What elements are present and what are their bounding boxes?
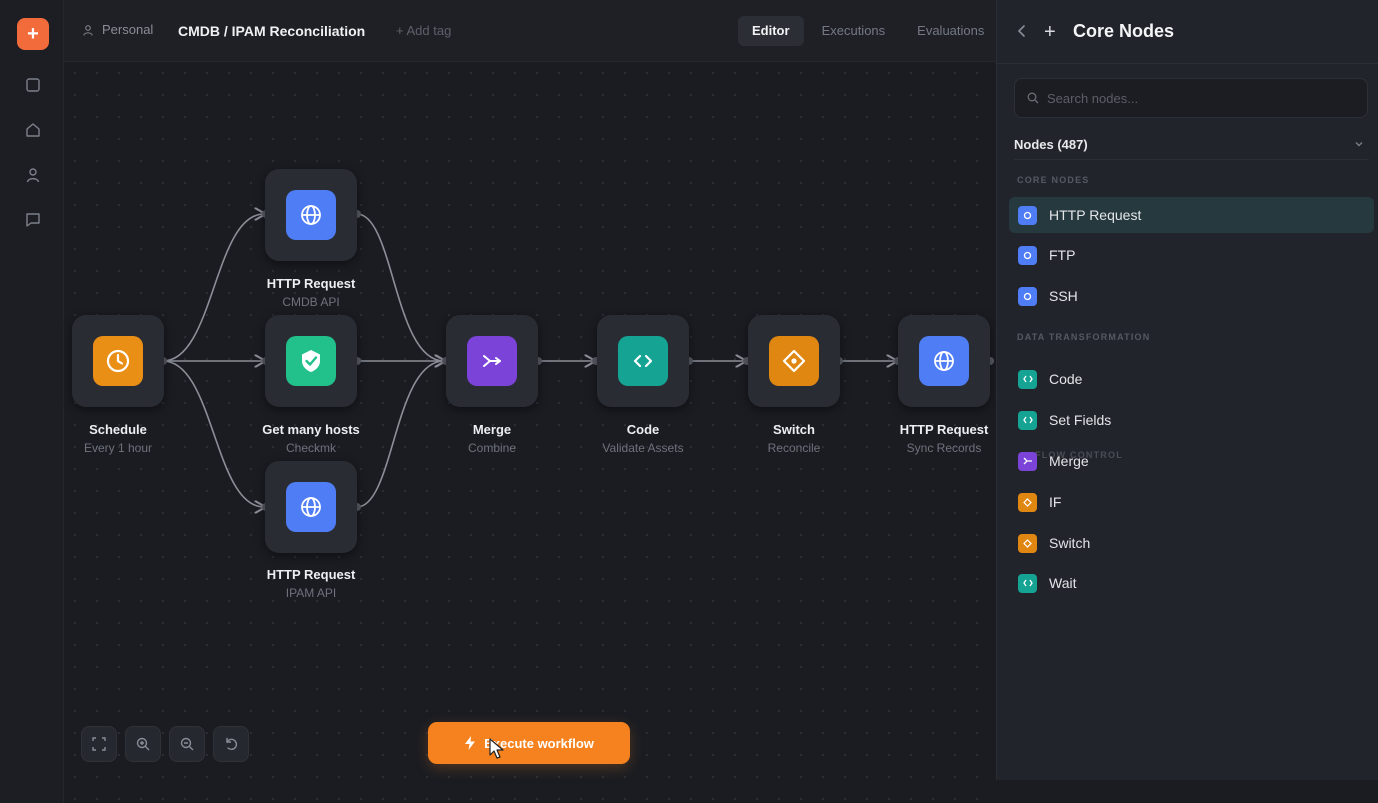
- left-rail: +: [0, 0, 64, 803]
- home-icon[interactable]: [22, 119, 44, 141]
- undo-icon: [226, 737, 238, 751]
- search-box[interactable]: [1014, 78, 1368, 118]
- node-merge[interactable]: [446, 315, 538, 407]
- node-get-many-hosts-label: Get many hosts Checkmk: [221, 422, 401, 455]
- node-subtitle: Checkmk: [285, 441, 336, 455]
- lightning-icon: [465, 736, 476, 750]
- list-item-ssh[interactable]: SSH: [1009, 278, 1374, 314]
- node-http-request-cmdb[interactable]: [265, 169, 357, 261]
- list-item-code[interactable]: Code: [1009, 361, 1374, 397]
- switch-icon: [1018, 492, 1037, 512]
- reset-zoom-button[interactable]: [213, 726, 249, 762]
- list-item-if[interactable]: IF: [1009, 484, 1374, 520]
- workflow-canvas[interactable]: Schedule Every 1 hour HTTP Request CMDB …: [64, 62, 996, 803]
- list-item-set-fields[interactable]: Set Fields: [1009, 402, 1374, 438]
- node-title: Schedule: [89, 422, 147, 437]
- list-item-label: Code: [1049, 371, 1083, 387]
- zoom-in-icon: [136, 737, 150, 751]
- chevron-down-icon: [1355, 142, 1363, 147]
- list-item-switch[interactable]: Switch: [1009, 525, 1374, 561]
- node-schedule-label: Schedule Every 1 hour: [28, 422, 208, 455]
- mouse-cursor-icon: [489, 738, 504, 759]
- globe-icon: [1018, 205, 1037, 225]
- code-icon: [618, 336, 668, 386]
- list-item-http-request[interactable]: HTTP Request: [1009, 197, 1374, 233]
- breadcrumb-user-label: Personal: [102, 22, 154, 37]
- node-subtitle: IPAM API: [285, 586, 337, 600]
- section-data-transformation: DATA TRANSFORMATION: [1017, 332, 1151, 342]
- nodes-count-header[interactable]: Nodes (487): [1014, 136, 1369, 160]
- node-title: Get many hosts: [262, 422, 360, 437]
- tab-evaluations[interactable]: Evaluations: [903, 16, 998, 46]
- user-icon: [83, 24, 93, 36]
- new-button[interactable]: +: [17, 18, 49, 50]
- node-title: HTTP Request: [266, 276, 356, 291]
- node-get-many-hosts[interactable]: [265, 315, 357, 407]
- globe-icon: [286, 190, 336, 240]
- list-item-merge[interactable]: Merge: [1009, 443, 1374, 479]
- switch-icon: [769, 336, 819, 386]
- zoom-in-button[interactable]: [125, 726, 161, 762]
- merge-icon: [1018, 451, 1037, 471]
- add-tag-button[interactable]: + Add tag: [396, 23, 451, 38]
- node-code[interactable]: [597, 315, 689, 407]
- list-item-wait[interactable]: Wait: [1009, 565, 1374, 601]
- switch-icon: [1018, 533, 1037, 553]
- breadcrumb-user[interactable]: Personal: [82, 22, 153, 37]
- top-bar: Personal CMDB / IPAM Reconciliation + Ad…: [64, 0, 996, 62]
- workflows-icon[interactable]: [22, 74, 44, 96]
- node-subtitle: CMDB API: [282, 295, 340, 309]
- check-badge-icon: [286, 336, 336, 386]
- plus-icon[interactable]: +: [1044, 22, 1056, 42]
- panel-title: Core Nodes: [1073, 21, 1175, 41]
- node-panel: + Core Nodes Nodes (487) CORE NODES HTTP…: [996, 0, 1378, 780]
- globe-icon: [919, 336, 969, 386]
- fit-view-icon: [92, 737, 106, 751]
- node-http-request-sync[interactable]: [898, 315, 990, 407]
- node-subtitle: Every 1 hour: [83, 441, 153, 455]
- tab-editor[interactable]: Editor: [738, 16, 804, 46]
- node-schedule[interactable]: [72, 315, 164, 407]
- node-http-request-ipam-label: HTTP Request IPAM API: [221, 567, 401, 600]
- zoom-out-icon: [180, 737, 194, 751]
- zoom-out-button[interactable]: [169, 726, 205, 762]
- code-icon: [1018, 369, 1037, 389]
- clock-icon: [93, 336, 143, 386]
- chat-icon[interactable]: [22, 209, 44, 231]
- plus-icon: +: [27, 22, 39, 45]
- node-switch[interactable]: [748, 315, 840, 407]
- merge-icon: [467, 336, 517, 386]
- chevron-left-icon[interactable]: [1017, 23, 1027, 39]
- list-item-label: FTP: [1049, 247, 1076, 263]
- code-icon: [1018, 573, 1037, 593]
- node-http-request-ipam[interactable]: [265, 461, 357, 553]
- list-item-label: IF: [1049, 494, 1062, 510]
- execute-workflow-button[interactable]: Execute workflow: [428, 722, 630, 764]
- list-item-label: Set Fields: [1049, 412, 1112, 428]
- code-icon: [1018, 410, 1037, 430]
- panel-header: + Core Nodes: [997, 0, 1378, 64]
- tab-executions[interactable]: Executions: [808, 16, 900, 46]
- list-item-ftp[interactable]: FTP: [1009, 237, 1374, 273]
- workflow-title[interactable]: CMDB / IPAM Reconciliation: [178, 23, 365, 39]
- list-item-label: HTTP Request: [1049, 207, 1142, 223]
- globe-icon: [1018, 245, 1037, 265]
- section-core-nodes: CORE NODES: [1017, 175, 1090, 185]
- search-icon: [1027, 92, 1039, 104]
- app: + Personal CMDB / IPAM Reconciliation + …: [0, 0, 1378, 803]
- list-item-label: SSH: [1049, 288, 1078, 304]
- list-item-label: Merge: [1049, 453, 1089, 469]
- fit-view-button[interactable]: [81, 726, 117, 762]
- globe-icon: [1018, 286, 1037, 306]
- node-http-request-cmdb-label: HTTP Request CMDB API: [221, 276, 401, 309]
- globe-icon: [286, 482, 336, 532]
- node-title: HTTP Request: [266, 567, 356, 582]
- list-item-label: Switch: [1049, 535, 1091, 551]
- user-icon[interactable]: [22, 164, 44, 186]
- nodes-count-label: Nodes (487): [1014, 137, 1088, 152]
- search-input[interactable]: [1047, 90, 1347, 106]
- list-item-label: Wait: [1049, 575, 1077, 591]
- view-tabs: Editor Executions Evaluations: [738, 16, 998, 46]
